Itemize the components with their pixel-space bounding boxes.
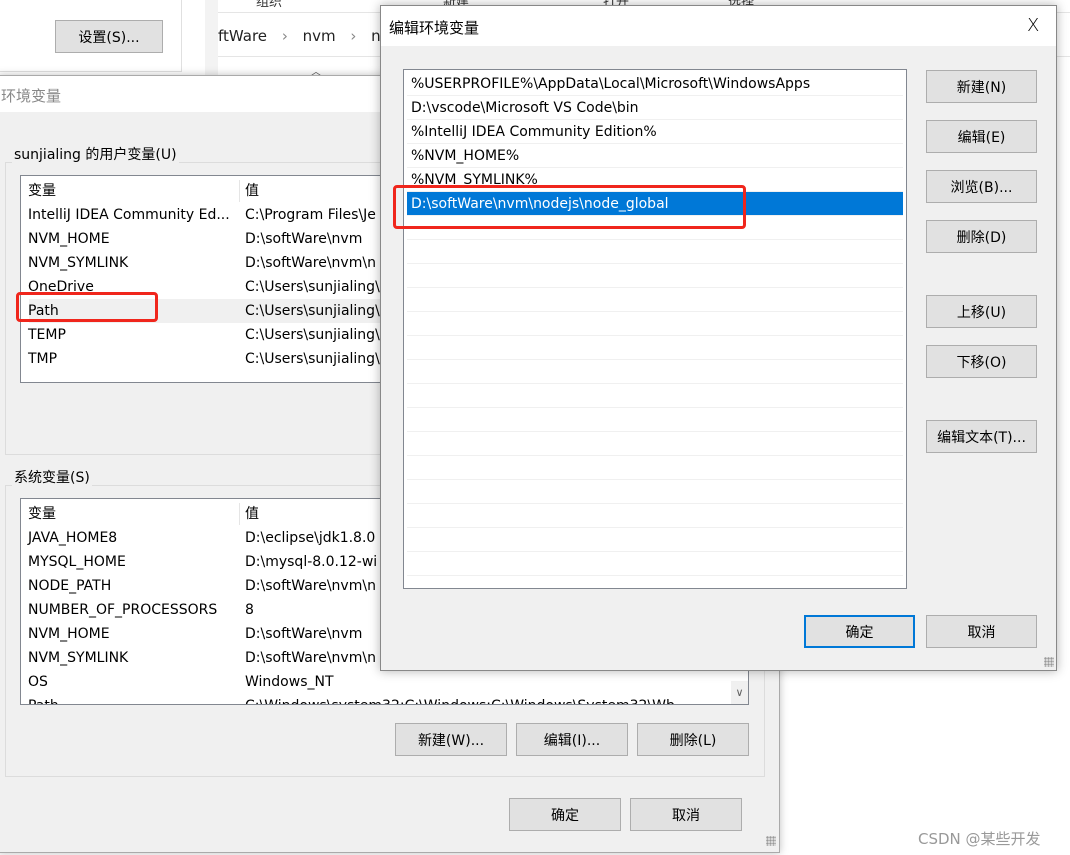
- move-up-button[interactable]: 上移(U): [926, 295, 1037, 328]
- edit-ok-button[interactable]: 确定: [804, 615, 915, 648]
- breadcrumb[interactable]: ftWare › nvm › nod: [218, 27, 399, 45]
- variable-name: NVM_HOME: [28, 626, 110, 642]
- table-row[interactable]: NVM_SYMLINK D:\softWare\nvm\n: [21, 251, 399, 275]
- table-row[interactable]: IntelliJ IDEA Community Ed... C:\Program …: [21, 203, 399, 227]
- highlight-box-path: [16, 292, 158, 322]
- variable-name: OS: [28, 674, 48, 690]
- empty-row[interactable]: [407, 552, 903, 576]
- variable-name: Path: [28, 694, 59, 704]
- variable-name: MYSQL_HOME: [28, 554, 126, 570]
- table-row[interactable]: NVM_HOME D:\softWare\nvm: [21, 227, 399, 251]
- highlight-box-node-global: [393, 185, 746, 229]
- empty-row[interactable]: [407, 480, 903, 504]
- scroll-down-button[interactable]: ∨: [731, 681, 748, 704]
- panel-divider: [205, 0, 218, 75]
- variable-name: TEMP: [28, 327, 66, 343]
- breadcrumb-item[interactable]: nvm: [303, 27, 336, 45]
- chevron-right-icon: ›: [350, 27, 357, 45]
- edit-button[interactable]: 编辑(E): [926, 120, 1037, 153]
- empty-row[interactable]: [407, 528, 903, 552]
- variable-value: 8: [245, 602, 254, 618]
- system-new-button[interactable]: 新建(W)...: [395, 723, 507, 756]
- edit-cancel-button[interactable]: 取消: [926, 615, 1037, 648]
- close-icon[interactable]: X: [1027, 15, 1039, 36]
- browse-button[interactable]: 浏览(B)...: [926, 170, 1037, 203]
- path-item[interactable]: %IntelliJ IDEA Community Edition%: [407, 120, 903, 144]
- variable-value: D:\mysql-8.0.12-wi: [245, 554, 378, 570]
- empty-row[interactable]: [407, 288, 903, 312]
- variable-name: NODE_PATH: [28, 578, 112, 594]
- column-header-value[interactable]: 值: [245, 502, 259, 526]
- variable-name: IntelliJ IDEA Community Ed...: [28, 207, 230, 223]
- dialog-title: 环境变量: [1, 87, 62, 105]
- path-item[interactable]: %NVM_HOME%: [407, 144, 903, 168]
- move-down-button[interactable]: 下移(O): [926, 345, 1037, 378]
- empty-row[interactable]: [407, 456, 903, 480]
- breadcrumb-item[interactable]: ftWare: [218, 27, 267, 45]
- variable-name: TMP: [28, 351, 58, 367]
- variable-value: D:\softWare\nvm: [245, 626, 363, 642]
- user-vars-list[interactable]: 变量 值 IntelliJ IDEA Community Ed... C:\Pro…: [20, 175, 400, 383]
- path-item[interactable]: D:\vscode\Microsoft VS Code\bin: [407, 96, 903, 120]
- user-vars-label: sunjialing 的用户变量(U): [12, 144, 179, 164]
- variable-value: C:\Users\sunjialing\: [245, 303, 380, 319]
- column-header-value[interactable]: 值: [245, 179, 259, 203]
- variable-value: Windows_NT: [245, 674, 334, 690]
- list-header: 变量 值: [21, 179, 399, 203]
- env-cancel-button[interactable]: 取消: [630, 798, 742, 831]
- dialog-title: 编辑环境变量: [389, 19, 480, 37]
- path-list[interactable]: %USERPROFILE%\AppData\Local\Microsoft\Wi…: [403, 69, 907, 589]
- empty-row[interactable]: [407, 432, 903, 456]
- column-divider: [239, 503, 240, 525]
- variable-value: C:\Windows\system32;C:\Windows;C:\Window…: [245, 694, 675, 704]
- edit-text-button[interactable]: 编辑文本(T)...: [926, 420, 1037, 453]
- chevron-right-icon: ›: [281, 27, 288, 45]
- variable-value: D:\eclipse\jdk1.8.0: [245, 530, 376, 546]
- variable-name: NVM_HOME: [28, 231, 110, 247]
- column-header-variable[interactable]: 变量: [28, 502, 56, 526]
- variable-name: NVM_SYMLINK: [28, 255, 129, 271]
- variable-value: D:\softWare\nvm: [245, 231, 363, 247]
- title-bar: [381, 6, 1056, 46]
- table-row[interactable]: TEMP C:\Users\sunjialing\: [21, 323, 399, 347]
- variable-value: C:\Program Files\Je: [245, 207, 376, 223]
- empty-row[interactable]: [407, 264, 903, 288]
- empty-row[interactable]: [407, 384, 903, 408]
- variable-name: NUMBER_OF_PROCESSORS: [28, 602, 218, 618]
- empty-row[interactable]: [407, 408, 903, 432]
- variable-value: D:\softWare\nvm\n: [245, 578, 376, 594]
- path-item[interactable]: %USERPROFILE%\AppData\Local\Microsoft\Wi…: [407, 72, 903, 96]
- empty-row[interactable]: [407, 360, 903, 384]
- table-row[interactable]: Path C:\Windows\system32;C:\Windows;C:\Wi…: [21, 694, 748, 704]
- empty-row[interactable]: [407, 504, 903, 528]
- variable-value: C:\Users\sunjialing\: [245, 351, 380, 367]
- variable-name: JAVA_HOME8: [28, 530, 118, 546]
- table-row[interactable]: OS Windows_NT: [21, 670, 748, 694]
- delete-button[interactable]: 删除(D): [926, 220, 1037, 253]
- system-edit-button[interactable]: 编辑(I)...: [516, 723, 628, 756]
- empty-row[interactable]: [407, 312, 903, 336]
- new-button[interactable]: 新建(N): [926, 70, 1037, 103]
- column-header-variable[interactable]: 变量: [28, 179, 56, 203]
- variable-value: D:\softWare\nvm\n: [245, 255, 376, 271]
- env-ok-button[interactable]: 确定: [509, 798, 621, 831]
- system-vars-label: 系统变量(S): [12, 467, 92, 487]
- resize-grip-icon[interactable]: [766, 836, 776, 846]
- table-row[interactable]: TMP C:\Users\sunjialing\: [21, 347, 399, 371]
- variable-name: NVM_SYMLINK: [28, 650, 129, 666]
- watermark: CSDN @某些开发: [918, 830, 1041, 848]
- variable-value: C:\Users\sunjialing\: [245, 279, 380, 295]
- variable-value: C:\Users\sunjialing\: [245, 327, 380, 343]
- empty-row[interactable]: [407, 240, 903, 264]
- settings-button[interactable]: 设置(S)...: [55, 20, 163, 53]
- empty-row[interactable]: [407, 336, 903, 360]
- variable-value: D:\softWare\nvm\n: [245, 650, 376, 666]
- column-divider: [239, 180, 240, 202]
- resize-grip-icon[interactable]: [1044, 657, 1054, 667]
- system-delete-button[interactable]: 删除(L): [637, 723, 749, 756]
- ribbon-organize[interactable]: 组织: [256, 0, 282, 10]
